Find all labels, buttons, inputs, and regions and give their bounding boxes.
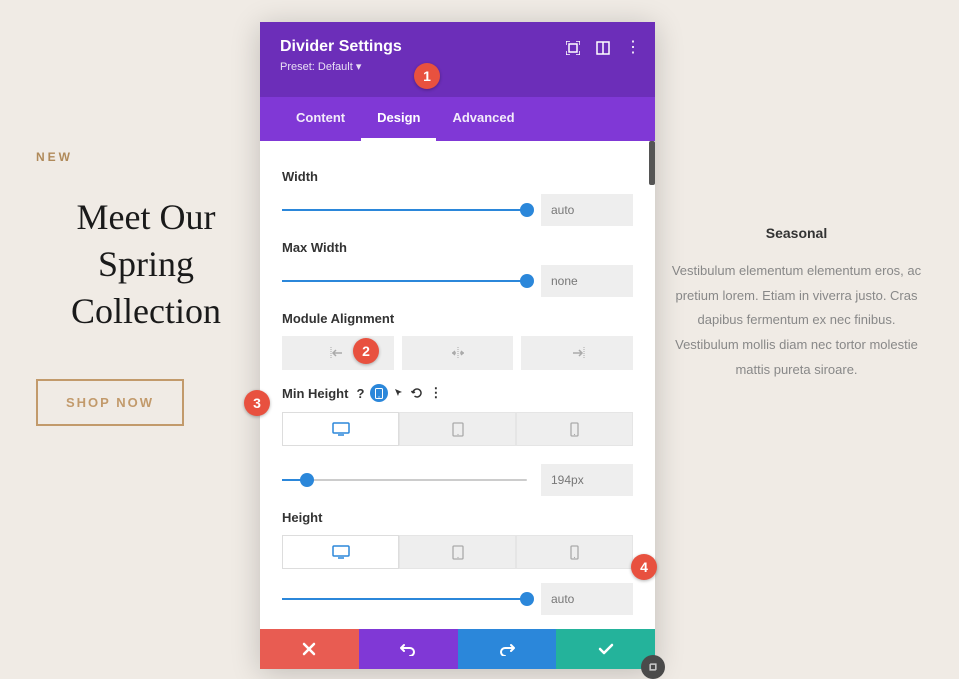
panel-tabs: Content Design Advanced	[260, 97, 655, 141]
height-tablet-button[interactable]	[399, 535, 516, 569]
help-icon[interactable]: ?	[356, 386, 364, 401]
seasonal-title: Seasonal	[664, 225, 929, 241]
redo-button[interactable]	[458, 629, 557, 669]
divider-settings-panel: Divider Settings Preset: Default ▾ ⋮ Con…	[260, 22, 655, 669]
height-label: Height	[282, 510, 633, 525]
callout-2: 2	[353, 338, 379, 364]
height-phone-button[interactable]	[516, 535, 633, 569]
min-height-value-input[interactable]: 194px	[541, 464, 633, 496]
cancel-button[interactable]	[260, 629, 359, 669]
save-button[interactable]	[556, 629, 655, 669]
max-width-label: Max Width	[282, 240, 633, 255]
max-width-value-input[interactable]: none	[541, 265, 633, 297]
align-right-button[interactable]	[521, 336, 633, 370]
width-value-input[interactable]: auto	[541, 194, 633, 226]
new-label: NEW	[36, 150, 256, 164]
seasonal-body: Vestibulum elementum elementum eros, ac …	[664, 259, 929, 382]
tablet-device-button[interactable]	[399, 412, 516, 446]
undo-button[interactable]	[359, 629, 458, 669]
module-alignment-label: Module Alignment	[282, 311, 633, 326]
height-desktop-button[interactable]	[282, 535, 399, 569]
collection-heading: Meet Our Spring Collection	[36, 194, 256, 334]
tab-advanced[interactable]: Advanced	[436, 97, 530, 141]
expand-icon[interactable]	[565, 40, 581, 56]
tab-content[interactable]: Content	[280, 97, 361, 141]
callout-3: 3	[244, 390, 270, 416]
min-height-slider[interactable]	[282, 479, 527, 481]
panel-header: Divider Settings Preset: Default ▾ ⋮	[260, 22, 655, 97]
min-height-label: Min Height ? ⋮	[282, 384, 633, 402]
align-center-button[interactable]	[402, 336, 514, 370]
options-icon[interactable]: ⋮	[429, 385, 442, 401]
tab-design[interactable]: Design	[361, 97, 436, 141]
callout-1: 1	[414, 63, 440, 89]
hover-icon[interactable]	[394, 388, 405, 399]
callout-4: 4	[631, 554, 657, 580]
panel-footer	[260, 629, 655, 669]
desktop-device-button[interactable]	[282, 412, 399, 446]
resize-handle-icon[interactable]	[641, 655, 665, 679]
scrollbar-thumb[interactable]	[649, 141, 655, 185]
panel-body: Width auto Max Width none Module Alignme…	[260, 141, 655, 629]
reset-icon[interactable]	[411, 387, 423, 399]
width-label: Width	[282, 169, 633, 184]
width-slider[interactable]	[282, 209, 527, 211]
height-slider[interactable]	[282, 598, 527, 600]
shop-now-button[interactable]: SHOP NOW	[36, 379, 184, 426]
more-icon[interactable]: ⋮	[625, 40, 641, 56]
layout-icon[interactable]	[595, 40, 611, 56]
height-value-input[interactable]: auto	[541, 583, 633, 615]
phone-device-button[interactable]	[516, 412, 633, 446]
responsive-toggle-icon[interactable]	[370, 384, 388, 402]
preset-selector[interactable]: Preset: Default ▾	[280, 60, 635, 73]
max-width-slider[interactable]	[282, 280, 527, 282]
